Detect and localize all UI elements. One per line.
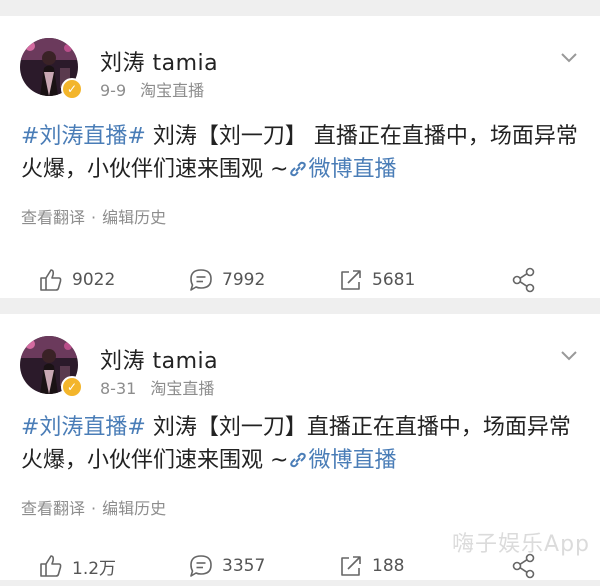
chevron-down-icon[interactable] — [560, 350, 578, 362]
hashtag-link[interactable]: #刘涛直播# — [21, 415, 146, 440]
post-actions: 1.2万 3357 188 — [0, 546, 600, 586]
post-content: #刘涛直播# 刘涛【刘一刀】直播正在直播中，场面异常火爆，小伙伴们速来围观 ~ 微… — [21, 411, 580, 477]
repost-button[interactable]: 188 — [338, 546, 404, 586]
repost-icon — [341, 270, 361, 290]
weibo-post-card: ✓ 刘涛 tamia 9-9 淘宝直播 #刘涛直播# 刘涛【刘一刀】 直播正在直播… — [0, 16, 600, 298]
comment-count: 7992 — [222, 270, 266, 290]
weibo-post-card: ✓ 刘涛 tamia 8-31 淘宝直播 #刘涛直播# 刘涛【刘一刀】直播正在直播… — [0, 314, 600, 580]
repost-icon — [341, 556, 361, 576]
edit-history-link[interactable]: 编辑历史 — [102, 208, 166, 227]
verified-icon: ✓ — [61, 376, 83, 398]
post-source: 淘宝直播 — [140, 81, 205, 100]
like-count: 9022 — [72, 270, 116, 290]
translate-link[interactable]: 查看翻译 — [21, 499, 85, 518]
post-date: 9-9 — [100, 81, 127, 100]
link-icon — [290, 161, 307, 177]
separator-dot: · — [91, 208, 97, 227]
comment-button[interactable]: 7992 — [188, 260, 265, 300]
weibo-live-link-text: 微博直播 — [308, 448, 397, 473]
like-button[interactable]: 9022 — [38, 260, 115, 300]
hashtag-link[interactable]: #刘涛直播# — [21, 124, 146, 149]
share-button[interactable] — [510, 546, 546, 586]
post-source: 淘宝直播 — [150, 379, 215, 398]
post-meta: 8-31 淘宝直播 — [100, 375, 214, 399]
share-icon — [512, 267, 535, 293]
like-icon — [40, 555, 62, 577]
post-author[interactable]: 刘涛 tamia — [100, 45, 218, 77]
link-icon — [290, 452, 307, 468]
repost-count: 188 — [372, 556, 405, 576]
repost-button[interactable]: 5681 — [338, 260, 415, 300]
post-date: 8-31 — [100, 379, 137, 398]
post-tools: 查看翻译 · 编辑历史 — [21, 495, 166, 519]
like-button[interactable]: 1.2万 — [38, 546, 116, 586]
share-icon — [512, 553, 535, 579]
post-actions: 9022 7992 5681 — [0, 260, 600, 300]
verified-icon: ✓ — [61, 78, 83, 100]
weibo-live-link-text: 微博直播 — [308, 157, 397, 182]
repost-count: 5681 — [372, 270, 416, 290]
post-meta: 9-9 淘宝直播 — [100, 77, 204, 101]
top-gap — [0, 0, 600, 16]
share-button[interactable] — [510, 260, 546, 300]
separator-dot: · — [91, 499, 97, 518]
post-content: #刘涛直播# 刘涛【刘一刀】 直播正在直播中，场面异常火爆，小伙伴们速来围观 ~… — [21, 120, 580, 186]
translate-link[interactable]: 查看翻译 — [21, 208, 85, 227]
comment-icon — [190, 269, 212, 291]
chevron-down-icon[interactable] — [560, 52, 578, 64]
like-count: 1.2万 — [72, 558, 117, 579]
post-tools: 查看翻译 · 编辑历史 — [21, 204, 166, 228]
post-separator — [0, 298, 600, 314]
comment-icon — [190, 555, 212, 577]
comment-button[interactable]: 3357 — [188, 546, 265, 586]
post-author[interactable]: 刘涛 tamia — [100, 343, 218, 375]
weibo-live-link[interactable]: 微博直播 — [288, 448, 396, 473]
edit-history-link[interactable]: 编辑历史 — [102, 499, 166, 518]
weibo-live-link[interactable]: 微博直播 — [288, 157, 396, 182]
comment-count: 3357 — [222, 556, 266, 576]
like-icon — [40, 269, 62, 291]
